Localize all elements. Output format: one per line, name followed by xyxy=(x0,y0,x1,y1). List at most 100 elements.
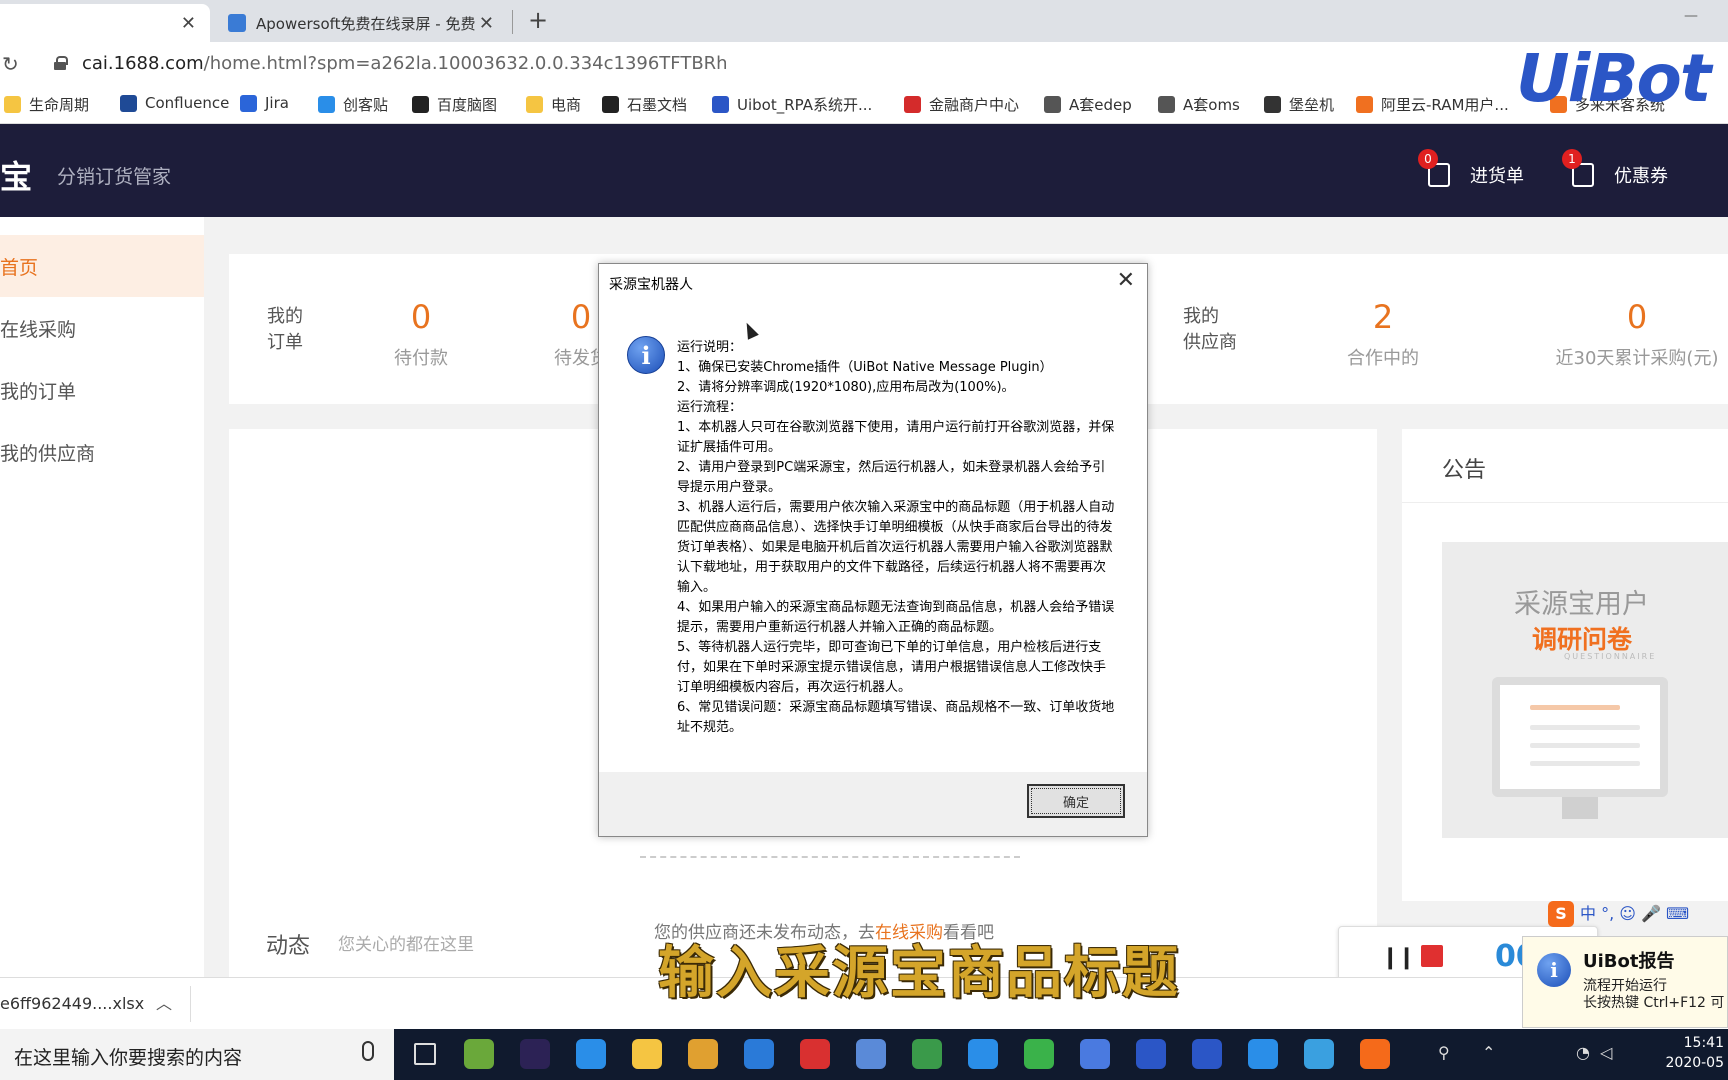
edge-icon[interactable] xyxy=(744,1039,774,1069)
sidebar-item-online-purchase[interactable]: 在线采购 xyxy=(0,297,204,359)
dialog-line: 1、确保已安装Chrome插件（UiBot Native Message Plu… xyxy=(677,360,1053,375)
dialog-title: 采源宝机器人 xyxy=(609,277,693,293)
wps-icon[interactable] xyxy=(1248,1039,1278,1069)
bookmark-label: 阿里云-RAM用户... xyxy=(1381,96,1509,114)
new-tab-button[interactable]: + xyxy=(528,6,548,34)
eclipse-icon[interactable] xyxy=(520,1039,550,1069)
uibot-notification[interactable]: i UiBot报告 流程开始运行 长按热键 Ctrl+F12 可 xyxy=(1522,936,1728,1028)
pause-icon[interactable]: ❙❙ xyxy=(1381,945,1416,970)
bookmark-label: 堡垒机 xyxy=(1289,96,1335,114)
shield-icon xyxy=(1264,96,1281,113)
wechat-icon[interactable] xyxy=(1024,1039,1054,1069)
uibot-creator-icon[interactable] xyxy=(1136,1039,1166,1069)
close-tab-icon[interactable]: ✕ xyxy=(479,13,494,34)
dialog-line: 3、机器人运行后，需要用户依次输入采源宝中的商品标题（用于机器人自动匹配供应商商… xyxy=(677,500,1115,595)
purchase-list-button[interactable]: 0 进货单 xyxy=(1418,149,1524,188)
chevron-up-icon[interactable]: ⌃ xyxy=(1482,1043,1495,1062)
coupon-label: 优惠券 xyxy=(1614,166,1668,187)
bookmark-item[interactable]: 金融商户中心 xyxy=(904,94,1019,115)
bookmark-label: 石墨文档 xyxy=(627,96,688,114)
cooperating-count[interactable]: 2 xyxy=(1303,298,1463,336)
tab-label: Apowersoft免费在线录屏 - 免费 xyxy=(256,14,476,33)
ime-options: 中 °, ☺ 🎤 ⌨ xyxy=(1580,904,1690,923)
uibot-worker-icon[interactable] xyxy=(1192,1039,1222,1069)
apowersoft-favicon-icon xyxy=(228,14,246,32)
windows-taskbar: 在这里输入你要搜索的内容 ⚲ ⌃ ◔ ◁ 15:41 2020-05 xyxy=(0,1029,1728,1080)
bookmark-item[interactable]: 创客贴 xyxy=(318,94,388,115)
file-explorer-icon[interactable] xyxy=(632,1039,662,1069)
download-file[interactable]: e6ff962449....xlsx xyxy=(0,994,144,1013)
chevron-up-icon[interactable]: ︿ xyxy=(156,990,172,1014)
stop-icon[interactable] xyxy=(1421,945,1443,967)
jira-icon xyxy=(240,94,257,112)
download-separator xyxy=(190,986,191,1022)
coupon-button[interactable]: 1 优惠券 xyxy=(1562,149,1668,188)
recorder-icon[interactable] xyxy=(1304,1039,1334,1069)
chrome-icon[interactable] xyxy=(912,1039,942,1069)
dialog-footer: 确定 xyxy=(599,772,1147,836)
book-icon[interactable] xyxy=(688,1039,718,1069)
wifi-icon[interactable]: ◔ xyxy=(1576,1043,1590,1062)
task-view-icon[interactable] xyxy=(414,1043,436,1065)
coupon-icon: 1 xyxy=(1562,149,1594,187)
bookmark-item[interactable]: 生命周期 xyxy=(4,94,89,115)
purchase-30d-label[interactable]: 近30天累计采购(元) xyxy=(1537,344,1728,370)
bookmark-item[interactable]: Jira xyxy=(240,94,289,112)
url-field[interactable]: cai.1688.com/home.html?spm=a262la.100036… xyxy=(82,53,728,74)
bot-icon[interactable] xyxy=(1080,1039,1110,1069)
url-host: cai.1688.com xyxy=(82,53,204,74)
bookmark-label: 百度脑图 xyxy=(437,96,498,114)
uibot-icon xyxy=(712,96,729,113)
people-icon[interactable]: ⚲ xyxy=(1438,1043,1450,1062)
sogou-icon[interactable] xyxy=(1360,1039,1390,1069)
shimo-icon xyxy=(602,96,619,113)
uibot-watermark-logo: UiBot xyxy=(1516,40,1711,117)
tab-active[interactable]: ✕ xyxy=(0,4,210,42)
bookmark-item[interactable]: 阿里云-RAM用户... xyxy=(1356,94,1509,115)
dialog-close-button[interactable]: ✕ xyxy=(1117,268,1135,293)
bookmark-item[interactable]: Confluence xyxy=(120,94,229,112)
site-header: 宝 分销订货管家 0 进货单 1 优惠券 xyxy=(0,124,1728,217)
bookmark-item[interactable]: A套edep xyxy=(1044,94,1132,115)
taskbar-search[interactable]: 在这里输入你要搜索的内容 xyxy=(0,1029,394,1080)
dialog-line: 1、本机器人只可在谷歌浏览器下使用，请用户运行前打开谷歌浏览器，并保证扩展插件可… xyxy=(677,420,1115,455)
site-logo[interactable]: 宝 xyxy=(0,152,32,198)
tab-apowersoft[interactable]: Apowersoft免费在线录屏 - 免费 ✕ xyxy=(218,4,508,42)
survey-banner[interactable]: 采源宝用户 调研问卷 QUESTIONNAIRE xyxy=(1442,542,1728,838)
address-bar: ↻ cai.1688.com/home.html?spm=a262la.1000… xyxy=(0,42,1728,86)
sidebar-item-home[interactable]: 首页 xyxy=(0,235,204,297)
purchase-30d-amount[interactable]: 0 xyxy=(1557,298,1717,336)
sidebar-item-my-orders[interactable]: 我的订单 xyxy=(0,359,204,421)
bookmark-item[interactable]: 电商 xyxy=(526,94,581,115)
computer-icon[interactable] xyxy=(856,1039,886,1069)
notification-line2: 长按热键 Ctrl+F12 可 xyxy=(1583,995,1725,1011)
purchase-list-badge: 0 xyxy=(1418,149,1438,169)
volume-icon[interactable]: ◁ xyxy=(1600,1043,1612,1062)
bookmark-item[interactable]: 堡垒机 xyxy=(1264,94,1334,115)
feishu-icon[interactable] xyxy=(968,1039,998,1069)
minimize-button[interactable]: — xyxy=(1684,8,1698,24)
bookmark-item[interactable]: A套oms xyxy=(1158,94,1240,115)
bookmark-label: 金融商户中心 xyxy=(929,96,1020,114)
taskbar-clock[interactable]: 15:41 2020-05 xyxy=(1666,1033,1728,1073)
bookmark-label: A套edep xyxy=(1069,96,1132,114)
bookmark-item[interactable]: 百度脑图 xyxy=(412,94,497,115)
folder-icon xyxy=(4,96,21,113)
lock-icon[interactable] xyxy=(54,56,68,70)
survey-caption: QUESTIONNAIRE xyxy=(1564,652,1657,661)
sidebar-item-my-suppliers[interactable]: 我的供应商 xyxy=(0,421,204,483)
ok-button[interactable]: 确定 xyxy=(1027,784,1125,818)
app-red-icon[interactable] xyxy=(800,1039,830,1069)
pending-payment-count[interactable]: 0 xyxy=(341,298,501,336)
close-tab-icon[interactable]: ✕ xyxy=(181,13,196,34)
notepad-icon[interactable] xyxy=(464,1039,494,1069)
reload-icon[interactable]: ↻ xyxy=(2,52,19,76)
bookmark-item[interactable]: Uibot_RPA系统开... xyxy=(712,94,872,115)
ime-toolbar[interactable]: S 中 °, ☺ 🎤 ⌨ xyxy=(1548,900,1689,927)
bookmark-item[interactable]: 石墨文档 xyxy=(602,94,687,115)
url-path: /home.html?spm=a262la.10003632.0.0.334c1… xyxy=(203,53,728,74)
search-placeholder: 在这里输入你要搜索的内容 xyxy=(14,1047,243,1069)
microphone-icon[interactable] xyxy=(362,1041,374,1061)
feather-icon[interactable] xyxy=(576,1039,606,1069)
cooperating-label[interactable]: 合作中的 xyxy=(1283,344,1483,370)
